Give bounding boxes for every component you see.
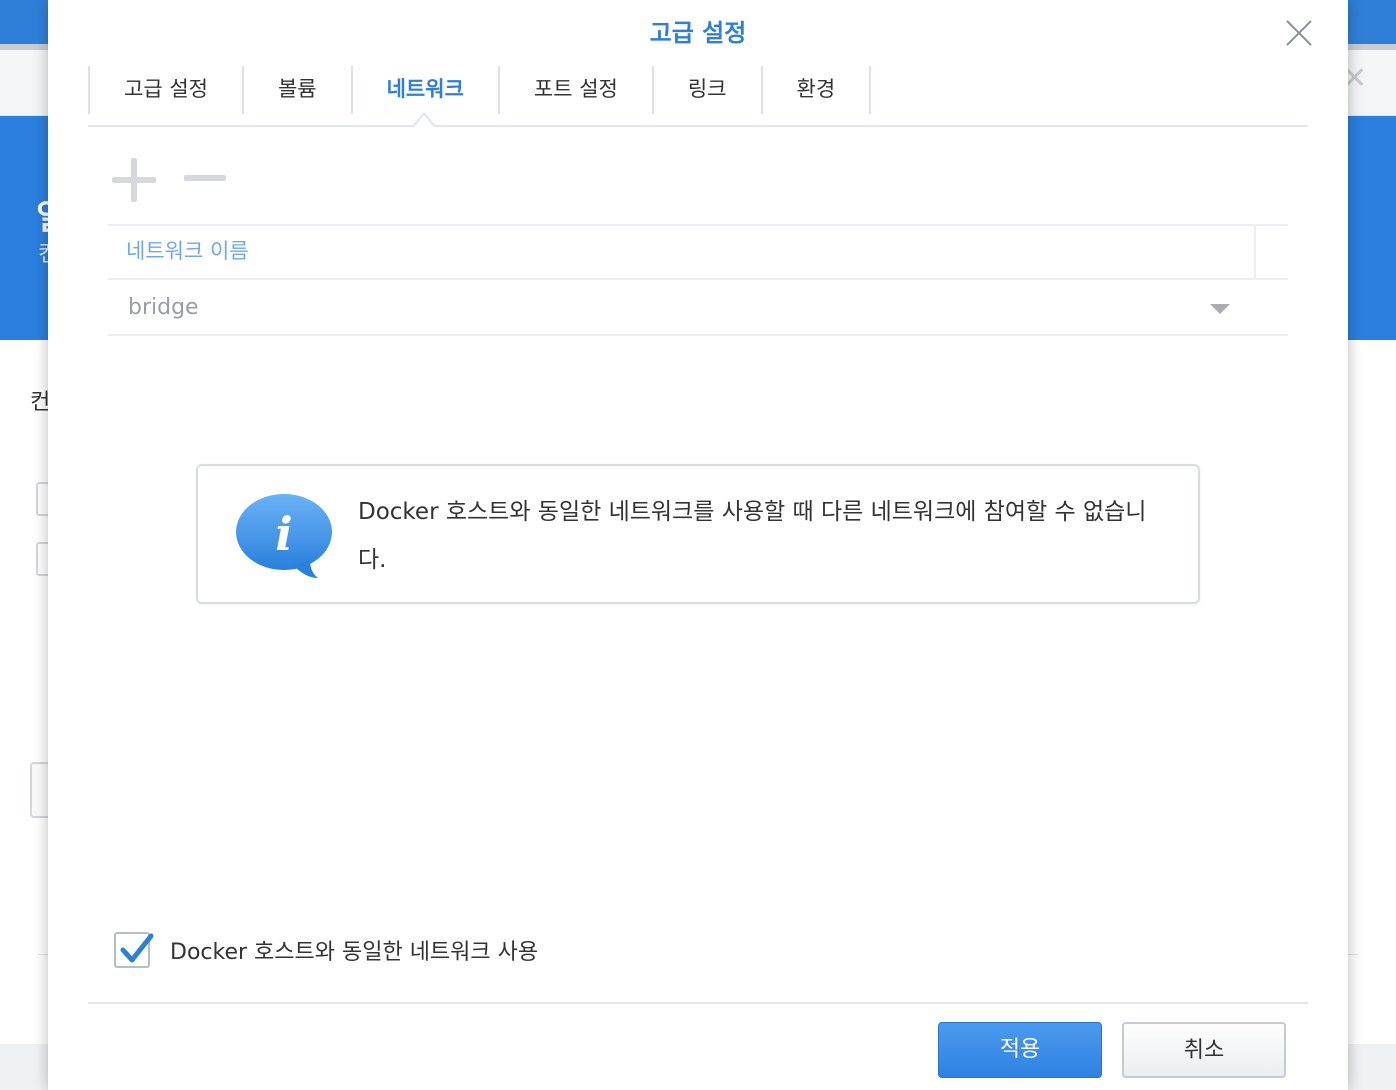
- dialog-title: 고급 설정: [649, 19, 747, 47]
- apply-button[interactable]: 적용: [938, 1022, 1102, 1078]
- minus-icon[interactable]: [184, 158, 228, 202]
- column-header-network-name[interactable]: 네트워크 이름: [126, 236, 249, 266]
- advanced-settings-dialog: 고급 설정 고급 설정 볼륨 네트워크 포트 설정 링크 환경 네트워크 이름 …: [48, 0, 1348, 1090]
- close-icon[interactable]: [1284, 18, 1314, 48]
- svg-text:i: i: [275, 507, 292, 561]
- info-message-text: Docker 호스트와 동일한 네트워크를 사용할 때 다른 네트워크에 참여할…: [358, 499, 1147, 573]
- tab-volume[interactable]: 볼륨: [241, 66, 351, 114]
- checkmark-icon: [120, 933, 154, 963]
- tab-environment[interactable]: 환경: [760, 66, 872, 114]
- host-network-checkbox-label: Docker 호스트와 동일한 네트워크 사용: [170, 940, 539, 965]
- host-network-checkbox[interactable]: [114, 932, 154, 968]
- dropdown-arrow-icon[interactable]: [1210, 304, 1230, 314]
- host-network-option: Docker 호스트와 동일한 네트워크 사용: [114, 930, 538, 970]
- tab-network[interactable]: 네트워크: [350, 66, 498, 114]
- tab-links[interactable]: 링크: [651, 66, 761, 114]
- active-tab-indicator: [412, 112, 437, 127]
- info-message-box: i Docker 호스트와 동일한 네트워크를 사용할 때 다른 네트워크에 참…: [196, 464, 1200, 604]
- tab-advanced-settings[interactable]: 고급 설정: [88, 66, 242, 114]
- tab-bar: 고급 설정 볼륨 네트워크 포트 설정 링크 환경: [88, 66, 872, 114]
- plus-icon[interactable]: [112, 158, 156, 202]
- tab-port-settings[interactable]: 포트 설정: [497, 66, 652, 114]
- network-name-cell[interactable]: bridge: [128, 292, 199, 324]
- info-bubble-icon: i: [236, 492, 336, 580]
- tab-underline: [88, 125, 1308, 127]
- cancel-button[interactable]: 취소: [1122, 1022, 1286, 1078]
